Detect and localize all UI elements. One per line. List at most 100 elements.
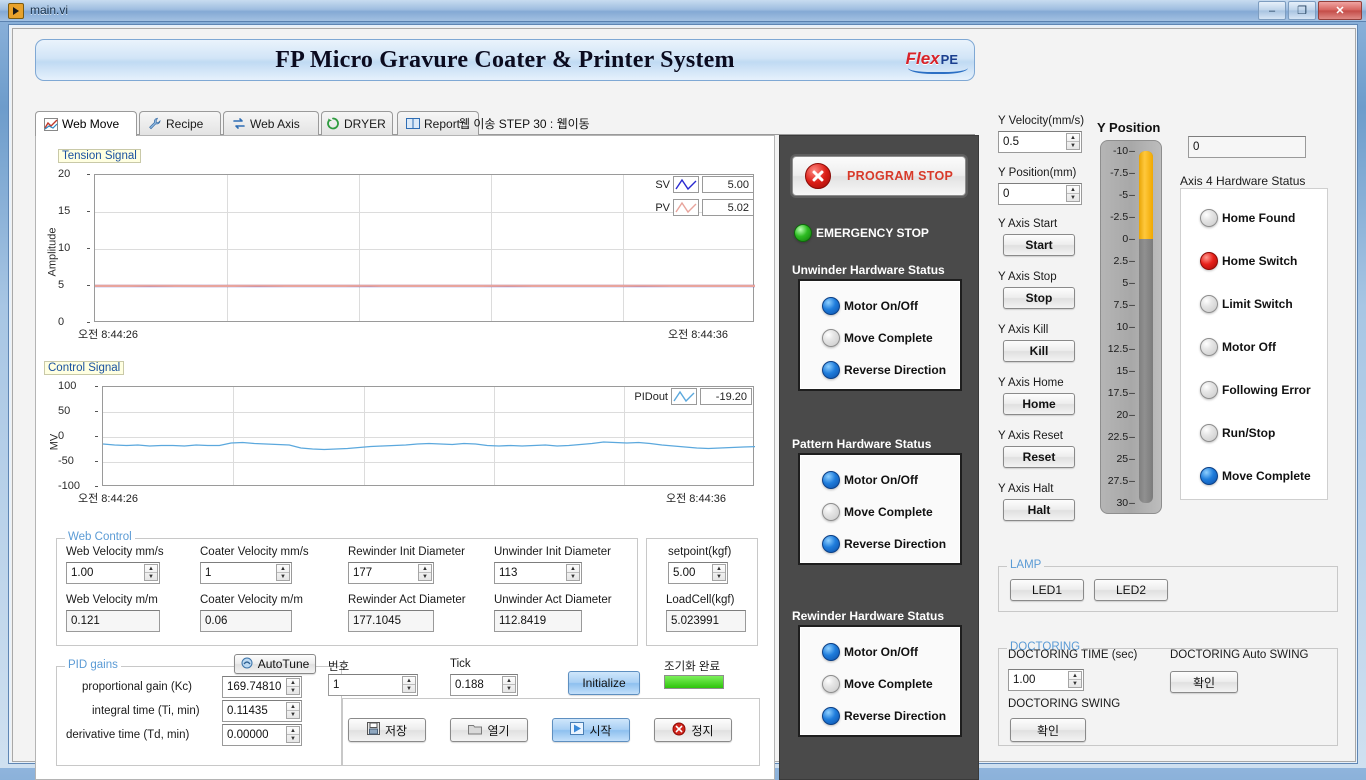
gauge-tick: 27.5 <box>1108 475 1135 487</box>
close-button[interactable]: ✕ <box>1318 1 1362 20</box>
initialize-button[interactable]: Initialize <box>568 671 640 695</box>
y-velocity-stepper[interactable]: ▲▼ <box>1066 133 1080 150</box>
pattern-reverse-led-row[interactable]: Reverse Direction <box>822 535 946 553</box>
web-velocity-mms-stepper[interactable]: ▲▼ <box>144 564 158 581</box>
gauge-tick: -5 <box>1119 189 1135 201</box>
axis4-following-error-row[interactable]: Following Error <box>1200 381 1311 399</box>
led2-button[interactable]: LED2 <box>1094 579 1168 601</box>
pid-gains-section-label: PID gains <box>65 659 121 671</box>
axis4-move-complete-row[interactable]: Move Complete <box>1200 467 1311 485</box>
control-legend-pidout[interactable]: PIDout -19.20 <box>618 388 752 405</box>
stop-button[interactable]: 정지 <box>654 718 732 742</box>
axis4-limit-switch-row[interactable]: Limit Switch <box>1200 295 1293 313</box>
doctoring-auto-swing-confirm-label: 확인 <box>1193 674 1215 691</box>
motor-on-off-led-icon <box>822 297 840 315</box>
logo-swoosh-icon <box>908 68 968 74</box>
tab-web-move[interactable]: Web Move <box>35 111 137 136</box>
save-button[interactable]: 저장 <box>348 718 426 742</box>
led1-button[interactable]: LED1 <box>1010 579 1084 601</box>
program-stop-label: PROGRAM STOP <box>847 169 953 183</box>
window-titlebar[interactable]: main.vi – ❐ ✕ <box>0 0 1366 22</box>
led-label: Move Complete <box>844 505 933 519</box>
axis4-run-stop-row[interactable]: Run/Stop <box>1200 424 1275 442</box>
y-position-gauge[interactable]: -10-7.5-5-2.502.557.51012.51517.52022.52… <box>1100 140 1162 514</box>
doctoring-time-stepper[interactable]: ▲▼ <box>1068 671 1082 688</box>
rewinder-init-diameter-stepper[interactable]: ▲▼ <box>418 564 432 581</box>
minimize-button[interactable]: – <box>1258 1 1286 20</box>
gauge-tick: 30 <box>1116 497 1135 509</box>
move-complete-led-icon <box>822 675 840 693</box>
tab-dryer[interactable]: DRYER <box>321 111 393 135</box>
emergency-stop-indicator[interactable]: EMERGENCY STOP <box>794 224 929 242</box>
setpoint-stepper[interactable]: ▲▼ <box>712 564 726 581</box>
emergency-stop-label: EMERGENCY STOP <box>816 226 929 240</box>
legend-swatch-pv[interactable] <box>673 199 699 216</box>
axis4-home-found-row[interactable]: Home Found <box>1200 209 1295 227</box>
led-label: Motor On/Off <box>844 473 918 487</box>
gauge-tick: 25 <box>1116 453 1135 465</box>
legend-swatch-sv[interactable] <box>673 176 699 193</box>
tab-web-axis[interactable]: Web Axis <box>223 111 319 135</box>
led-label: Motor On/Off <box>844 645 918 659</box>
autotune-button[interactable]: AutoTune <box>234 654 316 674</box>
tab-bar: Web Move Recipe Web Axis DRYER Report <box>35 111 975 135</box>
led1-label: LED1 <box>1032 583 1062 597</box>
rewinder-motor-led-row[interactable]: Motor On/Off <box>822 643 918 661</box>
pattern-move-complete-led-row[interactable]: Move Complete <box>822 503 933 521</box>
tab-label: Web Axis <box>250 117 300 131</box>
y-axis-stop-button[interactable]: Stop <box>1003 287 1075 309</box>
unwinder-init-diameter-stepper[interactable]: ▲▼ <box>566 564 580 581</box>
y-axis-home-button[interactable]: Home <box>1003 393 1075 415</box>
doctoring-swing-confirm-button[interactable]: 확인 <box>1010 718 1086 742</box>
axis4-motor-off-row[interactable]: Motor Off <box>1200 338 1276 356</box>
coater-velocity-mms-stepper[interactable]: ▲▼ <box>276 564 290 581</box>
y-axis-kill-button[interactable]: Kill <box>1003 340 1075 362</box>
tension-legend-sv[interactable]: SV 5.00 <box>628 176 754 193</box>
legend-value: 5.02 <box>702 199 754 216</box>
unwinder-move-complete-led-row[interactable]: Move Complete <box>822 329 933 347</box>
y-position-gauge-fill <box>1139 151 1153 239</box>
rewinder-reverse-led-row[interactable]: Reverse Direction <box>822 707 946 725</box>
doctoring-auto-swing-label: DOCTORING Auto SWING <box>1170 649 1308 661</box>
number-stepper[interactable]: ▲▼ <box>402 676 416 693</box>
control-ytick: 100 <box>58 380 94 392</box>
gauge-tick: 20 <box>1116 409 1135 421</box>
pattern-motor-led-row[interactable]: Motor On/Off <box>822 471 918 489</box>
legend-swatch-pidout[interactable] <box>671 388 697 405</box>
program-stop-button[interactable]: PROGRAM STOP <box>792 156 966 196</box>
program-stop-icon <box>805 163 831 189</box>
maximize-button[interactable]: ❐ <box>1288 1 1316 20</box>
y-axis-halt-button[interactable]: Halt <box>1003 499 1075 521</box>
doctoring-auto-swing-confirm-button[interactable]: 확인 <box>1170 671 1238 693</box>
y-velocity-label: Y Velocity(mm/s) <box>998 115 1084 127</box>
proportional-gain-stepper[interactable]: ▲▼ <box>286 678 300 695</box>
legend-label: PV <box>628 202 670 214</box>
unwinder-motor-led-row[interactable]: Motor On/Off <box>822 297 918 315</box>
tension-plot-area[interactable] <box>94 174 754 322</box>
integral-time-stepper[interactable]: ▲▼ <box>286 702 300 719</box>
swap-arrows-icon <box>232 117 246 130</box>
rewinder-status-panel: Motor On/Off Move Complete Reverse Direc… <box>798 625 962 737</box>
axis4-home-switch-row[interactable]: Home Switch <box>1200 252 1297 270</box>
y-position-stepper[interactable]: ▲▼ <box>1066 185 1080 202</box>
legend-label: SV <box>628 179 670 191</box>
y-axis-reset-button[interactable]: Reset <box>1003 446 1075 468</box>
y-axis-home-caption: Y Axis Home <box>998 377 1064 389</box>
start-button[interactable]: 시작 <box>552 718 630 742</box>
tab-recipe[interactable]: Recipe <box>139 111 221 135</box>
y-axis-start-button[interactable]: Start <box>1003 234 1075 256</box>
close-icon: ✕ <box>1335 4 1344 17</box>
rewinder-move-complete-led-row[interactable]: Move Complete <box>822 675 933 693</box>
rewinder-act-diameter-label: Rewinder Act Diameter <box>348 594 466 606</box>
open-button[interactable]: 열기 <box>450 718 528 742</box>
tick-stepper[interactable]: ▲▼ <box>502 676 516 693</box>
unwinder-reverse-led-row[interactable]: Reverse Direction <box>822 361 946 379</box>
tension-legend-pv[interactable]: PV 5.02 <box>628 199 754 216</box>
derivative-time-stepper[interactable]: ▲▼ <box>286 726 300 743</box>
gauge-tick: -10 <box>1113 145 1135 157</box>
control-ytick: 50 <box>58 405 94 417</box>
led-label: Move Complete <box>1222 469 1311 483</box>
loadcell-value: 5.023991 <box>666 610 746 632</box>
y-axis-reset-caption: Y Axis Reset <box>998 430 1063 442</box>
control-x-start: 오전 8:44:26 <box>78 490 138 506</box>
